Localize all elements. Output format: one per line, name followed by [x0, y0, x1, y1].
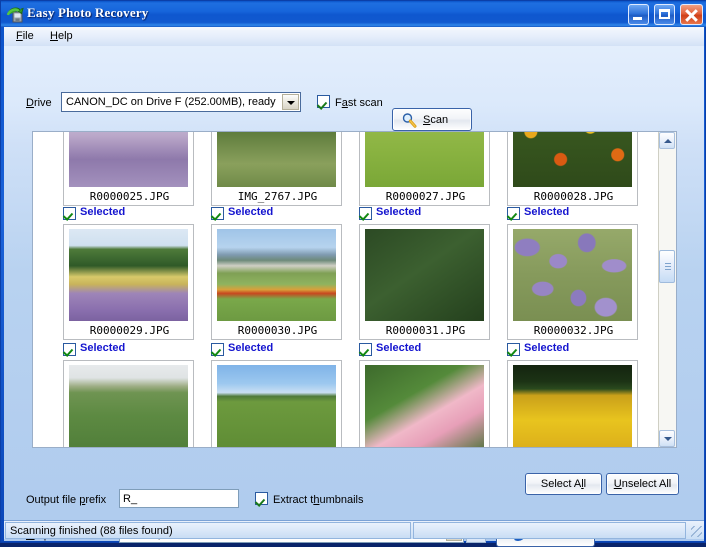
- menu-bar: File Help: [4, 27, 704, 46]
- thumbnail-image: [365, 229, 484, 321]
- select-checkbox[interactable]: [359, 343, 372, 356]
- chevron-down-icon[interactable]: [282, 94, 299, 110]
- client-area: File Help Drive CANON_DC on Drive F (252…: [4, 27, 704, 547]
- status-bar: Scanning finished (88 files found): [4, 520, 704, 539]
- unselect-all-label: Unselect All: [613, 478, 672, 490]
- select-checkbox[interactable]: [63, 207, 76, 220]
- selected-label: Selected: [376, 342, 422, 354]
- scroll-down-icon[interactable]: [659, 430, 675, 447]
- thumbnail-image: [69, 365, 188, 447]
- status-pane-secondary: [413, 522, 686, 539]
- selected-label: Selected: [80, 206, 126, 218]
- thumbnail-image: [69, 132, 188, 187]
- select-all-button[interactable]: Select All: [525, 473, 602, 495]
- menu-item-file-rest: ile: [22, 30, 34, 42]
- unselect-all-button[interactable]: Unselect All: [606, 473, 679, 495]
- select-checkbox[interactable]: [63, 343, 76, 356]
- thumbnail-image: [217, 132, 336, 187]
- thumbnail-image: [217, 229, 336, 321]
- thumbnail-image: [513, 365, 632, 447]
- window-title: Easy Photo Recovery: [27, 5, 149, 20]
- thumbnail-tile[interactable]: R0000031.JPG: [359, 224, 490, 340]
- menu-item-file[interactable]: File: [14, 30, 36, 42]
- menu-item-help-rest: elp: [57, 30, 73, 42]
- output-prefix-value: R_: [123, 493, 138, 505]
- thumbnail-tile[interactable]: R0000027.JPG: [359, 132, 490, 206]
- thumbnail-tile[interactable]: R0000025.JPG: [63, 132, 194, 206]
- scan-button-label: Scan: [423, 114, 449, 126]
- thumbnail-filename: IMG_2767.JPG: [237, 190, 318, 203]
- thumbnail-tile[interactable]: R0000029.JPG: [63, 224, 194, 340]
- status-message: Scanning finished (88 files found): [10, 525, 173, 537]
- select-checkbox[interactable]: [211, 207, 224, 220]
- selected-label: Selected: [524, 206, 570, 218]
- thumbnail-tile[interactable]: R0000033.JPG: [63, 360, 194, 447]
- app-window: Easy Photo Recovery File Help Drive CANO…: [0, 0, 706, 547]
- thumbnail-tile[interactable]: R0000036.JPG: [507, 360, 638, 447]
- thumbnail-tile[interactable]: R0000030.JPG: [211, 224, 342, 340]
- selected-label: Selected: [524, 342, 570, 354]
- resize-grip-icon[interactable]: [691, 526, 702, 537]
- magnifier-icon: [401, 112, 418, 129]
- scan-button[interactable]: Scan: [392, 108, 472, 131]
- thumbnail-image: [365, 132, 484, 187]
- thumbnail-filename: R0000028.JPG: [533, 190, 614, 203]
- scrollbar-thumb[interactable]: [659, 250, 675, 283]
- thumbnail-panel[interactable]: Selected R0000025.JPG Selected: [32, 131, 677, 448]
- thumbnail-filename: R0000030.JPG: [237, 324, 318, 337]
- thumbnail-filename: R0000032.JPG: [533, 324, 614, 337]
- selected-label: Selected: [228, 206, 274, 218]
- drive-label: Drive: [26, 97, 52, 109]
- drive-select-value: CANON_DC on Drive F (252.00MB), ready: [66, 96, 276, 108]
- thumbnail-image: [69, 229, 188, 321]
- output-prefix-label: Output file prefix: [26, 494, 107, 506]
- menu-item-help[interactable]: Help: [48, 30, 75, 42]
- main-body: Drive CANON_DC on Drive F (252.00MB), re…: [4, 46, 704, 547]
- fast-scan-label[interactable]: Fast scan: [335, 97, 383, 109]
- selected-label: Selected: [228, 342, 274, 354]
- extract-thumbnails-label[interactable]: Extract thumbnails: [273, 494, 364, 506]
- thumbnail-filename: R0000031.JPG: [385, 324, 466, 337]
- extract-thumbnails-checkbox[interactable]: [255, 492, 268, 505]
- thumbnail-tile[interactable]: R0000028.JPG: [507, 132, 638, 206]
- drive-select[interactable]: CANON_DC on Drive F (252.00MB), ready: [61, 92, 301, 112]
- thumbnail-filename: R0000027.JPG: [385, 190, 466, 203]
- select-checkbox[interactable]: [507, 207, 520, 220]
- thumbnail-image: [365, 365, 484, 447]
- thumbnail-scrollbar[interactable]: [658, 132, 676, 447]
- maximize-button[interactable]: [653, 4, 675, 25]
- thumbnail-image: [217, 365, 336, 447]
- select-checkbox[interactable]: [507, 343, 520, 356]
- scroll-up-icon[interactable]: [659, 132, 675, 149]
- selected-label: Selected: [376, 206, 422, 218]
- fast-scan-checkbox[interactable]: [317, 95, 330, 108]
- thumbnail-image: [513, 132, 632, 187]
- thumbnail-filename: R0000025.JPG: [89, 190, 170, 203]
- thumbnail-tile[interactable]: R0000035.JPG: [359, 360, 490, 447]
- thumbnail-filename: R0000029.JPG: [89, 324, 170, 337]
- select-checkbox[interactable]: [211, 343, 224, 356]
- photo-recovery-icon: [6, 5, 24, 23]
- close-button[interactable]: [680, 4, 703, 25]
- output-prefix-input[interactable]: R_: [119, 489, 239, 508]
- select-checkbox[interactable]: [359, 207, 372, 220]
- select-all-label: Select All: [540, 478, 587, 490]
- status-pane-primary: Scanning finished (88 files found): [5, 522, 411, 539]
- minimize-button[interactable]: [627, 4, 649, 25]
- title-bar: Easy Photo Recovery: [1, 1, 706, 27]
- thumbnail-tile[interactable]: R0000034.JPG: [211, 360, 342, 447]
- thumbnail-tile[interactable]: R0000032.JPG: [507, 224, 638, 340]
- thumbnail-tile[interactable]: IMG_2767.JPG: [211, 132, 342, 206]
- thumbnail-image: [513, 229, 632, 321]
- window-controls: [626, 4, 703, 25]
- selected-label: Selected: [80, 342, 126, 354]
